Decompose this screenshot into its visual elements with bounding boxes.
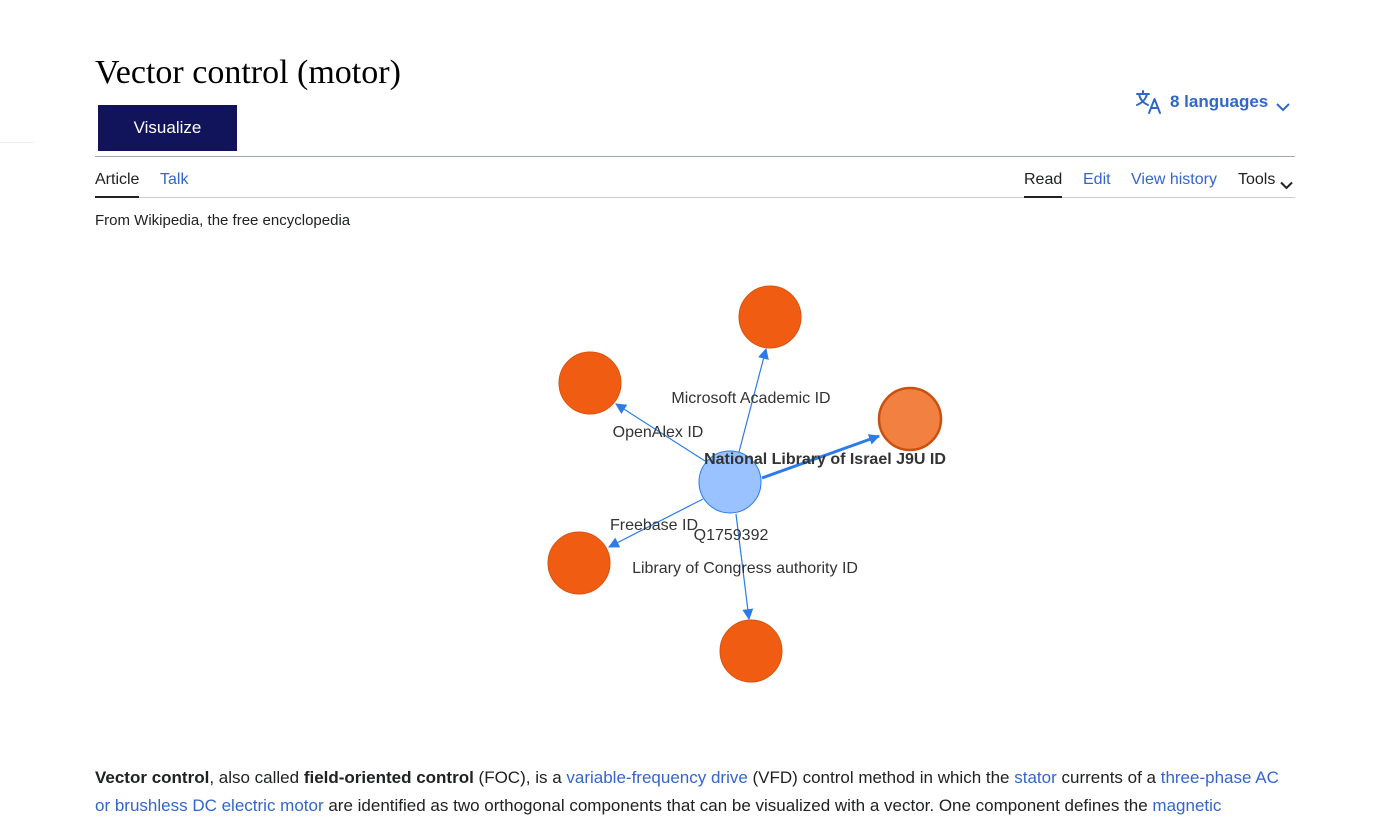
paragraph-text: , also called [209, 768, 304, 787]
graph-node[interactable] [738, 285, 802, 349]
bold-term: field-oriented control [303, 768, 474, 787]
paragraph-text: (FOC), is a [473, 768, 567, 787]
link-stator[interactable]: stator [1014, 768, 1057, 787]
edge-label-microsoft-academic-id: Microsoft Academic ID [671, 390, 830, 407]
graph-nodes [547, 285, 943, 683]
edge-label-national-library-of-israel: National Library of Israel J9U ID [704, 451, 946, 468]
link-magnetic[interactable]: magnetic [1152, 796, 1221, 815]
paragraph-text: are identified as two orthogonal compone… [323, 796, 1153, 815]
center-node-label: Q1759392 [694, 527, 769, 544]
edge-label-library-of-congress: Library of Congress authority ID [632, 560, 858, 577]
graph-node-selected[interactable] [877, 386, 943, 452]
entity-graph[interactable]: Microsoft Academic ID OpenAlex ID Nation… [0, 0, 1378, 828]
bold-term: Vector control [95, 768, 210, 787]
graph-node[interactable] [558, 351, 622, 415]
article-intro-paragraph: Vector control, also called field-orient… [95, 764, 1295, 820]
paragraph-text: (VFD) control method in which the [747, 768, 1015, 787]
edge-label-freebase-id: Freebase ID [610, 517, 698, 534]
graph-node[interactable] [547, 531, 611, 595]
edge-label-openalex-id: OpenAlex ID [613, 424, 704, 441]
graph-node[interactable] [719, 619, 783, 683]
link-variable-frequency-drive[interactable]: variable-frequency drive [566, 768, 747, 787]
wikipedia-article-page: Vector control (motor) Visualize 8 langu… [0, 0, 1378, 828]
paragraph-text: currents of a [1056, 768, 1161, 787]
